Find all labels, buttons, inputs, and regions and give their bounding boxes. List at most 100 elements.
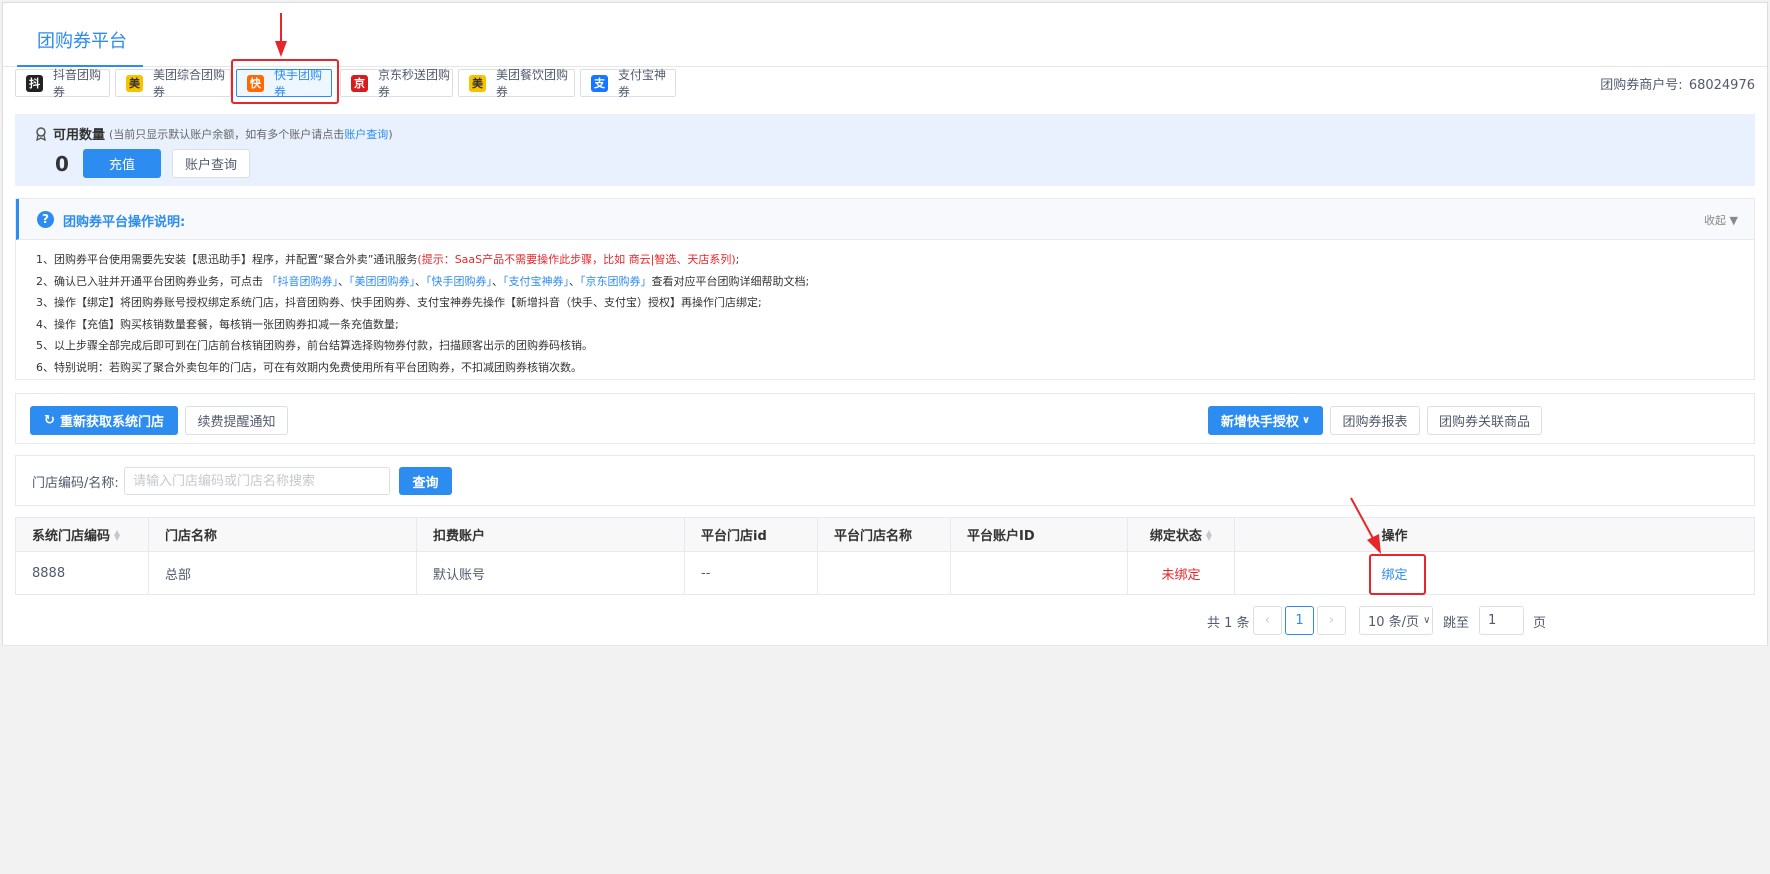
account-query-link[interactable]: 账户查询 <box>344 128 388 141</box>
tab-meituan-general[interactable]: 美 美团综合团购券 <box>115 68 231 99</box>
column-label: 系统门店编码 <box>32 529 111 544</box>
store-search-input[interactable] <box>124 467 390 495</box>
douyin-icon: 抖 <box>26 74 43 92</box>
balance-note-end: ) <box>388 127 393 141</box>
help-link-meituan[interactable]: 「美团团购券」 <box>349 275 415 288</box>
sort-icon[interactable]: ▲ ▼ <box>1206 528 1212 541</box>
tab-kuaishou[interactable]: 快 快手团购券 <box>236 68 332 99</box>
column-header-platform-account-id: 平台账户ID <box>951 518 1128 551</box>
cell-account: 默认账号 <box>417 552 685 594</box>
table-row: 8888 总部 默认账号 -- 未绑定 绑定 <box>16 552 1754 594</box>
column-header-platform-store-id: 平台门店id <box>685 518 818 551</box>
page-size-select[interactable]: 10 条/页 ∨ <box>1359 606 1433 635</box>
instruction-text: ; <box>735 253 740 266</box>
instruction-line-4: 4、操作【充值】购买核销数量套餐，每核销一张团购券扣减一条充值数量; <box>36 317 399 331</box>
action-toolbar: ↻ 重新获取系统门店 续费提醒通知 新增快手授权 ∨ 团购券报表 团购券关联商品 <box>15 393 1755 444</box>
instruction-line-1: 1、团购券平台使用需要先安装【思迅助手】程序，并配置“聚合外卖”通讯服务(提示：… <box>36 249 809 271</box>
next-page-button[interactable]: › <box>1317 606 1346 635</box>
help-link-kuaishou[interactable]: 「快手团购券」 <box>426 275 492 288</box>
page-header: 团购券平台 <box>3 3 1767 67</box>
cell-platform-store-name <box>818 552 951 594</box>
column-header-bind-status[interactable]: 绑定状态 ▲ ▼ <box>1128 518 1235 551</box>
cell-platform-account-id <box>951 552 1128 594</box>
cell-actions: 绑定 <box>1235 552 1554 594</box>
separator: 、 <box>492 274 503 288</box>
instructions-panel: ? 团购券平台操作说明: 收起 ▼ 1、团购券平台使用需要先安装【思迅助手】程序… <box>15 198 1755 380</box>
kuaishou-icon: 快 <box>247 74 264 92</box>
page-unit-label: 页 <box>1533 616 1547 631</box>
meituan-icon: 美 <box>469 74 486 92</box>
column-header-actions: 操作 <box>1381 529 1408 544</box>
instruction-text: 查看对应平台团购详细帮助文档; <box>651 274 810 288</box>
search-panel: 门店编码/名称: 查询 <box>15 455 1755 506</box>
add-auth-label: 新增快手授权 <box>1220 415 1299 430</box>
instructions-title: 团购券平台操作说明: <box>63 215 186 230</box>
question-icon: ? <box>37 211 54 228</box>
table-header: 系统门店编码 ▲ ▼ 门店名称 扣费账户 平台门店id 平台门店名称 平台账户ID… <box>16 518 1754 552</box>
instruction-hint: (提示：SaaS产品不需要操作此步骤，比如 商云|智选、天店系列) <box>417 253 736 266</box>
chevron-down-icon: ∨ <box>1423 615 1431 626</box>
tab-douyin[interactable]: 抖 抖音团购券 <box>15 68 110 99</box>
refresh-stores-button[interactable]: ↻ 重新获取系统门店 <box>30 406 178 435</box>
tab-alipay[interactable]: 支 支付宝神券 <box>580 68 676 99</box>
column-label: 绑定状态 <box>1149 529 1202 544</box>
balance-header: 可用数量 (当前只显示默认账户余额，如有多个账户请点击账户查询) <box>35 124 393 143</box>
merchant-id-value: 68024976 <box>1688 78 1755 93</box>
instructions-list: 1、团购券平台使用需要先安装【思迅助手】程序，并配置“聚合外卖”通讯服务(提示：… <box>36 249 809 378</box>
instruction-line-6: 6、特别说明：若购买了聚合外卖包年的门店，可在有效期内免费使用所有平台团购券，不… <box>36 360 582 374</box>
merchant-id: 团购券商户号: 68024976 <box>1598 74 1755 93</box>
search-button[interactable]: 查询 <box>399 467 452 495</box>
balance-note-text: (当前只显示默认账户余额，如有多个账户请点击 <box>109 127 345 141</box>
tab-meituan-food[interactable]: 美 美团餐饮团购券 <box>458 68 575 99</box>
jump-label: 跳至 <box>1443 616 1470 631</box>
cell-platform-store-id: -- <box>685 552 818 594</box>
bind-link[interactable]: 绑定 <box>1381 564 1407 583</box>
page-size-value: 10 条/页 <box>1368 615 1420 630</box>
ribbon-icon <box>36 126 46 141</box>
chevron-down-icon: ∨ <box>1301 415 1311 426</box>
cell-store-name: 总部 <box>149 552 417 594</box>
add-kuaishou-auth-button[interactable]: 新增快手授权 ∨ <box>1208 406 1323 435</box>
tab-label: 快手团购券 <box>274 68 323 99</box>
instruction-line-2: 2、确认已入驻并开通平台团购券业务，可点击 「抖音团购券」、「美团团购券」、「快… <box>36 271 809 293</box>
refresh-icon: ↻ <box>44 413 55 428</box>
instruction-line-3: 3、操作【绑定】将团购券账号授权绑定系统门店，抖音团购券、快手团购券、支付宝神券… <box>36 296 762 309</box>
sort-icon[interactable]: ▲ ▼ <box>114 528 120 541</box>
store-search-label: 门店编码/名称: <box>32 476 119 491</box>
instruction-text: 2、确认已入驻并开通平台团购券业务，可点击 <box>36 274 263 288</box>
tab-label: 抖音团购券 <box>53 68 102 99</box>
coupon-goods-button[interactable]: 团购券关联商品 <box>1427 406 1542 435</box>
prev-page-button[interactable]: ‹ <box>1253 606 1282 635</box>
column-header-platform-store-name: 平台门店名称 <box>818 518 951 551</box>
help-link-jd[interactable]: 「京东团购券」 <box>580 275 652 288</box>
renew-reminder-button[interactable]: 续费提醒通知 <box>185 406 288 435</box>
instructions-header: ? 团购券平台操作说明: 收起 ▼ <box>16 199 1754 240</box>
tab-jd[interactable]: 京 京东秒送团购券 <box>340 68 453 99</box>
column-header-store-code[interactable]: 系统门店编码 ▲ ▼ <box>16 518 149 551</box>
empty-area <box>2 645 1768 872</box>
meituan-icon: 美 <box>126 74 143 92</box>
balance-panel: 可用数量 (当前只显示默认账户余额，如有多个账户请点击账户查询) 0 充值 账户… <box>15 114 1755 186</box>
account-query-button[interactable]: 账户查询 <box>172 149 250 178</box>
status-badge: 未绑定 <box>1128 552 1235 594</box>
balance-value: 0 <box>55 152 69 176</box>
separator: 、 <box>569 274 580 288</box>
column-header-account: 扣费账户 <box>417 518 685 551</box>
column-header-store-name: 门店名称 <box>149 518 417 551</box>
merchant-id-label: 团购券商户号: <box>1600 78 1683 93</box>
coupon-report-button[interactable]: 团购券报表 <box>1330 406 1420 435</box>
jump-page-input[interactable] <box>1479 606 1524 635</box>
separator: 、 <box>338 274 349 288</box>
collapse-toggle[interactable]: 收起 ▼ <box>1704 212 1738 228</box>
cell-store-code: 8888 <box>16 552 149 594</box>
instruction-text: 1、团购券平台使用需要先安装【思迅助手】程序，并配置“聚合外卖”通讯服务 <box>36 253 418 266</box>
help-link-douyin[interactable]: 「抖音团购券」 <box>267 275 339 288</box>
separator: 、 <box>415 274 426 288</box>
page-button-1[interactable]: 1 <box>1285 606 1314 635</box>
store-table: 系统门店编码 ▲ ▼ 门店名称 扣费账户 平台门店id 平台门店名称 平台账户ID… <box>15 517 1755 595</box>
recharge-button[interactable]: 充值 <box>83 149 161 178</box>
balance-note: (当前只显示默认账户余额，如有多个账户请点击账户查询) <box>109 126 393 142</box>
alipay-icon: 支 <box>591 74 608 92</box>
help-link-alipay[interactable]: 「支付宝神券」 <box>503 275 569 288</box>
instruction-line-5: 5、以上步骤全部完成后即可到在门店前台核销团购券，前台结算选择购物券付款，扫描顾… <box>36 339 593 352</box>
